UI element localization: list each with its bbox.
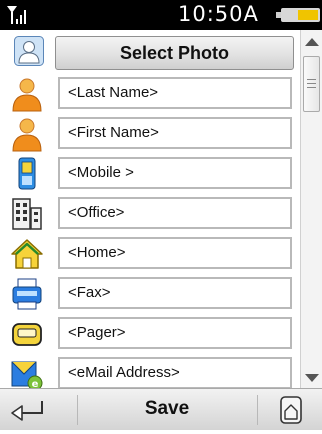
- return-arrow-icon: [11, 401, 43, 421]
- scroll-down-arrow-icon[interactable]: [301, 370, 322, 386]
- battery-icon: [276, 8, 320, 22]
- first-name-row: <First Name>: [0, 114, 300, 154]
- person-icon: [12, 118, 42, 152]
- status-bar: 10:50A: [0, 0, 322, 30]
- contact-form: Select Photo <Last Name> <First Name> <M…: [0, 30, 300, 391]
- home-key-icon: [280, 396, 302, 424]
- mobile-row: <Mobile >: [0, 154, 300, 194]
- home-input[interactable]: <Home>: [58, 237, 292, 269]
- scroll-up-arrow-icon[interactable]: [301, 34, 322, 50]
- photo-row: Select Photo: [0, 30, 300, 70]
- signal-strength-icon: [7, 6, 26, 24]
- email-icon: e: [11, 361, 43, 391]
- select-photo-button[interactable]: Select Photo: [55, 36, 294, 70]
- person-icon: [12, 78, 42, 112]
- vertical-scrollbar[interactable]: [300, 30, 322, 388]
- office-input[interactable]: <Office>: [58, 197, 292, 229]
- soft-key-bar: Save: [0, 388, 322, 430]
- office-row: <Office>: [0, 194, 300, 234]
- mobile-phone-icon: [18, 157, 36, 190]
- fax-icon: [12, 278, 42, 310]
- first-name-input[interactable]: <First Name>: [58, 117, 292, 149]
- back-button[interactable]: [0, 389, 76, 430]
- save-button[interactable]: Save: [78, 389, 256, 430]
- email-input[interactable]: <eMail Address>: [58, 357, 292, 389]
- fax-input[interactable]: <Fax>: [58, 277, 292, 309]
- pager-input[interactable]: <Pager>: [58, 317, 292, 349]
- contact-photo-icon: [14, 36, 44, 66]
- last-name-row: <Last Name>: [0, 74, 300, 114]
- home-icon: [11, 239, 43, 269]
- pager-icon: [12, 323, 42, 346]
- home-button[interactable]: [258, 389, 322, 430]
- mobile-input[interactable]: <Mobile >: [58, 157, 292, 189]
- scrollbar-thumb[interactable]: [303, 56, 320, 112]
- status-time: 10:50A: [178, 2, 259, 26]
- fax-row: <Fax>: [0, 274, 300, 314]
- last-name-input[interactable]: <Last Name>: [58, 77, 292, 109]
- home-row: <Home>: [0, 234, 300, 274]
- pager-row: <Pager>: [0, 314, 300, 354]
- office-building-icon: [12, 198, 42, 230]
